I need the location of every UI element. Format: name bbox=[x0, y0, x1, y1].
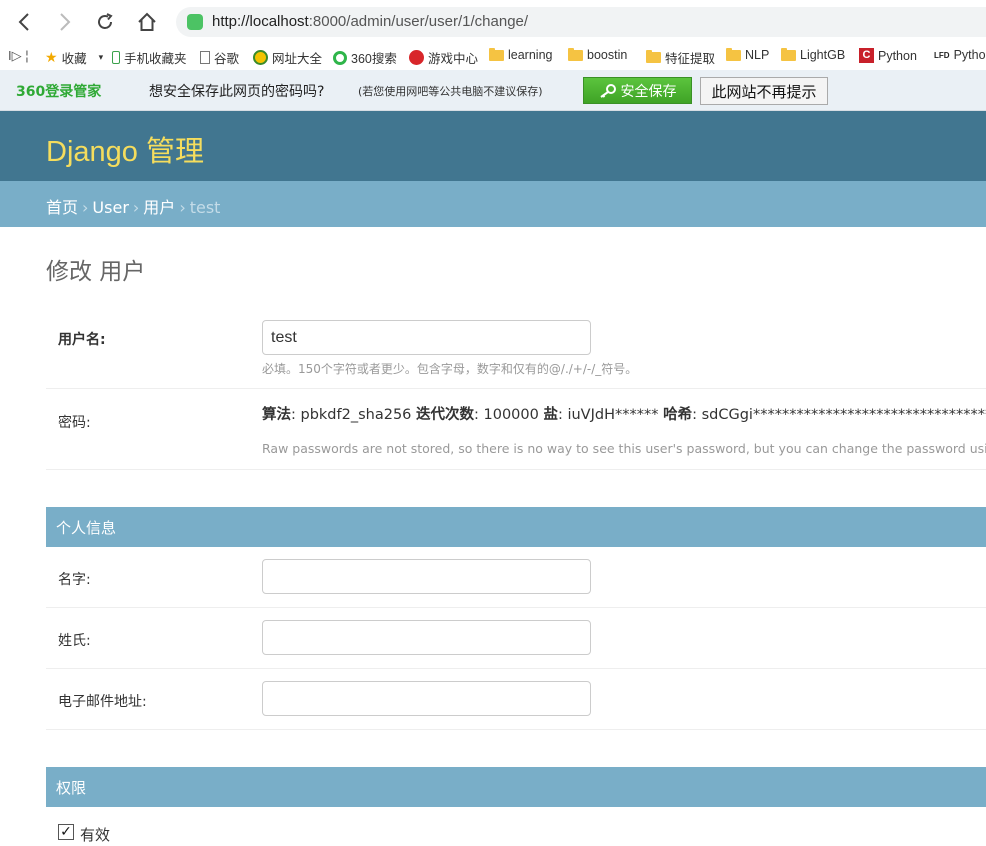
globe-icon bbox=[253, 50, 268, 65]
c-logo-icon: C bbox=[859, 48, 874, 63]
fieldset-personal-info-heading: 个人信息 bbox=[46, 507, 986, 547]
site-header: Django 管理 bbox=[0, 111, 986, 181]
forward-arrow-icon bbox=[60, 13, 71, 31]
reload-icon bbox=[98, 13, 113, 29]
password-save-prompt: 360登录管家 想安全保存此网页的密码吗? (若您使用网吧等公共电脑不建议保存)… bbox=[0, 70, 986, 111]
is-active-checkbox[interactable]: ✓ bbox=[58, 824, 74, 840]
page-title: 修改 用户 bbox=[46, 259, 146, 285]
bookmark-mobile[interactable]: 手机收藏夹 bbox=[112, 48, 187, 67]
forward-button[interactable] bbox=[52, 9, 78, 35]
360-password-manager-logo: 360登录管家 bbox=[16, 84, 102, 100]
address-bar[interactable]: http://localhost:8000/admin/user/user/1/… bbox=[176, 7, 986, 37]
bookmarks-bar: I▷ ¦ ★ 收藏 ▾ 手机收藏夹 谷歌 网址大全 360搜索 游戏中心 learn… bbox=[0, 42, 986, 70]
browser-toolbar: http://localhost:8000/admin/user/user/1/… bbox=[0, 0, 986, 42]
folder-icon bbox=[489, 47, 504, 61]
save-password-note: (若您使用网吧等公共电脑不建议保存) bbox=[358, 85, 543, 98]
shield-icon bbox=[187, 14, 203, 30]
first-name-label: 名字: bbox=[58, 572, 91, 588]
bookmark-feature-extraction[interactable]: 特征提取 bbox=[646, 48, 715, 67]
password-label: 密码: bbox=[58, 415, 91, 431]
email-label: 电子邮件地址: bbox=[58, 694, 147, 710]
url-text: http://localhost:8000/admin/user/user/1/… bbox=[212, 13, 529, 30]
bookmark-lightgbm[interactable]: LightGB bbox=[781, 48, 847, 62]
bookmark-site-nav[interactable]: 网址大全 bbox=[253, 48, 322, 67]
is-active-label[interactable]: 有效 bbox=[80, 824, 110, 845]
breadcrumb: 首页 › User › 用户 › test bbox=[0, 181, 986, 227]
site-brand[interactable]: Django 管理 bbox=[46, 128, 204, 170]
bookmark-python[interactable]: C Python bbox=[859, 48, 917, 63]
dropdown-arrow-icon: ▾ bbox=[98, 52, 104, 62]
breadcrumb-home[interactable]: 首页 bbox=[46, 198, 78, 217]
back-arrow-icon bbox=[18, 13, 29, 31]
lfd-logo-icon: LFD bbox=[934, 50, 950, 60]
360-search-icon bbox=[333, 50, 347, 65]
game-icon bbox=[409, 50, 424, 65]
form-row-first-name: 名字: bbox=[46, 547, 986, 608]
breadcrumb-current: test bbox=[189, 198, 221, 217]
bookmark-game-center[interactable]: 游戏中心 bbox=[409, 48, 478, 67]
folder-icon bbox=[568, 48, 583, 61]
last-name-input[interactable] bbox=[262, 620, 591, 655]
username-input[interactable] bbox=[262, 320, 591, 355]
dont-remind-button[interactable]: 此网站不再提示 bbox=[700, 77, 828, 105]
folder-icon bbox=[781, 48, 796, 61]
breadcrumb-model[interactable]: 用户 bbox=[143, 198, 175, 217]
bookmark-google[interactable]: 谷歌 bbox=[200, 48, 239, 67]
bookmark-boosting[interactable]: boostin bbox=[568, 48, 632, 62]
bookmark-360-search[interactable]: 360搜索 bbox=[333, 48, 397, 67]
bookmark-nlp[interactable]: NLP bbox=[726, 47, 769, 62]
bookmark-learning[interactable]: learning bbox=[489, 47, 552, 62]
bookmark-favorites[interactable]: ★ 收藏 ▾ bbox=[45, 48, 103, 67]
breadcrumb-separator: › bbox=[132, 198, 140, 217]
back-button[interactable] bbox=[11, 9, 37, 35]
folder-icon bbox=[726, 47, 741, 61]
home-button[interactable] bbox=[134, 9, 160, 35]
secure-save-button[interactable]: 安全保存 bbox=[583, 77, 692, 104]
form-row-password: 密码: 算法: pbkdf2_sha256 迭代次数: 100000 盐: iu… bbox=[46, 389, 986, 470]
phone-icon bbox=[112, 51, 120, 64]
password-hash-summary: 算法: pbkdf2_sha256 迭代次数: 100000 盐: iuVJdH… bbox=[262, 407, 986, 423]
folder-icon bbox=[646, 50, 661, 63]
breadcrumb-separator: › bbox=[179, 198, 186, 217]
password-help-text: Raw passwords are not stored, so there i… bbox=[262, 441, 986, 456]
breadcrumb-app[interactable]: User bbox=[92, 198, 128, 217]
star-icon: ★ bbox=[45, 49, 58, 65]
username-help-text: 必填。150个字符或者更少。包含字母，数字和仅有的@/./+/-/_符号。 bbox=[262, 362, 638, 376]
form-row-last-name: 姓氏: bbox=[46, 608, 986, 669]
home-icon bbox=[138, 12, 156, 31]
last-name-label: 姓氏: bbox=[58, 633, 91, 649]
form-row-email: 电子邮件地址: bbox=[46, 669, 986, 730]
email-input[interactable] bbox=[262, 681, 591, 716]
bookmark-python-lfd[interactable]: LFD Pytho bbox=[934, 48, 986, 62]
reload-button[interactable] bbox=[92, 9, 118, 35]
document-icon bbox=[200, 51, 210, 64]
save-password-question: 想安全保存此网页的密码吗? bbox=[149, 84, 325, 100]
username-label: 用户名: bbox=[58, 332, 106, 348]
key-icon bbox=[599, 83, 616, 98]
breadcrumb-separator: › bbox=[82, 198, 89, 217]
fieldset-permissions-heading: 权限 bbox=[46, 767, 986, 807]
sidebar-toggle-icon[interactable]: I▷ ¦ bbox=[8, 48, 29, 64]
first-name-input[interactable] bbox=[262, 559, 591, 594]
form-row-username: 用户名: 必填。150个字符或者更少。包含字母，数字和仅有的@/./+/-/_符… bbox=[46, 304, 986, 389]
